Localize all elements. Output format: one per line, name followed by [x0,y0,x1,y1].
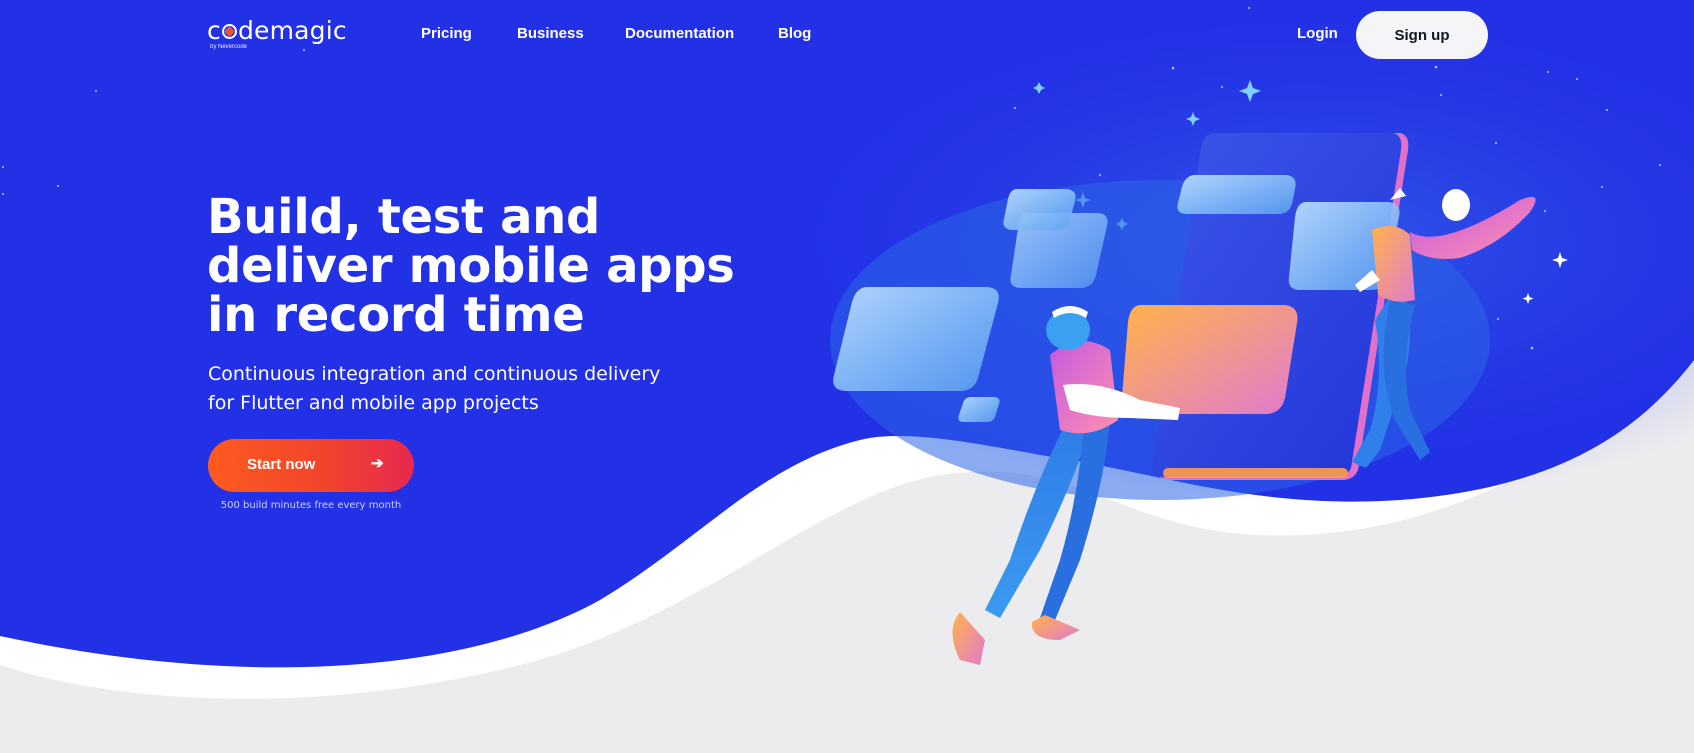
logo-text-end: demagic [237,16,347,45]
hero-subtitle-line-1: Continuous integration and continuous de… [208,363,661,385]
free-minutes-note: 500 build minutes free every month [220,500,402,511]
logo-wordmark: c demagic [207,18,347,44]
nav-item-pricing[interactable]: Pricing [421,25,472,43]
start-now-button[interactable]: Start now ➔ [208,439,414,492]
hero-subtitle-line-2: for Flutter and mobile app projects [208,392,539,414]
codemagic-logo[interactable]: c demagic by Nevercode [207,18,347,52]
nav-item-business[interactable]: Business [517,25,584,43]
logo-diamond-icon [221,19,238,39]
logo-byline: by Nevercode [210,44,248,50]
hero-subtitle: Continuous integration and continuous de… [208,360,688,418]
nav-item-documentation[interactable]: Documentation [625,25,734,43]
arrow-right-icon: ➔ [371,455,384,472]
signup-button[interactable]: Sign up [1356,11,1488,59]
hero-title: Build, test and deliver mobile apps in r… [207,189,735,343]
logo-text-start: c [207,16,221,45]
nav-item-blog[interactable]: Blog [778,25,811,43]
login-link[interactable]: Login [1297,25,1338,43]
start-now-label: Start now [247,456,316,473]
